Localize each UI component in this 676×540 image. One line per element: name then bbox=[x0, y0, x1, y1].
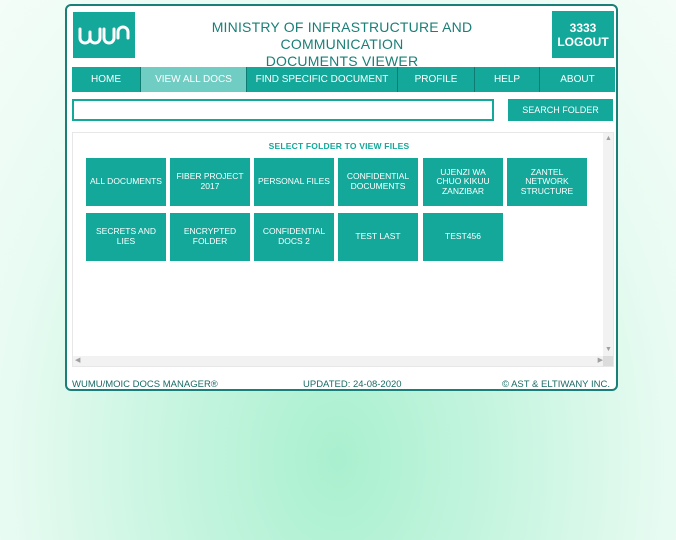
wumu-logo bbox=[73, 12, 135, 58]
page-title-line-1: MINISTRY OF INFRASTRUCTURE AND COMMUNICA… bbox=[211, 19, 473, 52]
folder-area: SELECT FOLDER TO VIEW FILES ALL DOCUMENT… bbox=[72, 132, 614, 367]
nav-bar: HOME VIEW ALL DOCS FIND SPECIFIC DOCUMEN… bbox=[72, 67, 615, 92]
horizontal-scrollbar[interactable]: ◀ ▶ bbox=[73, 356, 605, 366]
scroll-left-icon[interactable]: ◀ bbox=[75, 357, 80, 365]
folder-fiber-project-2017[interactable]: FIBER PROJECT 2017 bbox=[170, 158, 250, 206]
user-id: 3333 bbox=[569, 20, 597, 35]
folder-confidential-docs-2[interactable]: CONFIDENTIAL DOCS 2 bbox=[254, 213, 334, 261]
footer-copyright: © AST & ELTIWANY INC. bbox=[501, 379, 610, 390]
page-title: MINISTRY OF INFRASTRUCTURE AND COMMUNICA… bbox=[152, 19, 532, 70]
nav-about[interactable]: ABOUT bbox=[540, 67, 615, 92]
scroll-down-icon[interactable]: ▼ bbox=[605, 346, 612, 354]
logout-label: LOGOUT bbox=[557, 34, 609, 49]
folder-secrets-and-lies[interactable]: SECRETS AND LIES bbox=[86, 213, 166, 261]
folder-personal-files[interactable]: PERSONAL FILES bbox=[254, 158, 334, 206]
folder-encrypted-folder[interactable]: ENCRYPTED FOLDER bbox=[170, 213, 250, 261]
footer-app-name: WUMU/MOIC DOCS MANAGER® bbox=[72, 379, 218, 390]
logout-button[interactable]: 3333 LOGOUT bbox=[552, 11, 614, 58]
folder-test456[interactable]: TEST456 bbox=[423, 213, 503, 261]
folder-confidential-documents[interactable]: CONFIDENTIAL DOCUMENTS bbox=[338, 158, 418, 206]
footer-updated-date: UPDATED: 24-08-2020 bbox=[303, 379, 402, 390]
wumu-logo-icon bbox=[78, 25, 130, 45]
search-input[interactable] bbox=[72, 99, 494, 121]
nav-find-specific-document[interactable]: FIND SPECIFIC DOCUMENT bbox=[247, 67, 398, 92]
folder-test-last[interactable]: TEST LAST bbox=[338, 213, 418, 261]
folder-zantel-network-structure[interactable]: ZANTEL NETWORK STRUCTURE bbox=[507, 158, 587, 206]
scrollbar-corner bbox=[603, 356, 613, 366]
folder-all-documents[interactable]: ALL DOCUMENTS bbox=[86, 158, 166, 206]
nav-view-all-docs[interactable]: VIEW ALL DOCS bbox=[141, 67, 247, 92]
nav-home[interactable]: HOME bbox=[72, 67, 141, 92]
main-panel: MINISTRY OF INFRASTRUCTURE AND COMMUNICA… bbox=[65, 4, 618, 391]
nav-profile[interactable]: PROFILE bbox=[398, 67, 475, 92]
folder-section-title: SELECT FOLDER TO VIEW FILES bbox=[268, 141, 410, 151]
scroll-up-icon[interactable]: ▲ bbox=[605, 135, 612, 143]
folder-ujenzi-wa-chuo-kikuu-zanzibar[interactable]: UJENZI WA CHUO KIKUU ZANZIBAR bbox=[423, 158, 503, 206]
vertical-scrollbar[interactable]: ▲ ▼ bbox=[603, 133, 613, 356]
search-folder-button[interactable]: SEARCH FOLDER bbox=[508, 99, 613, 121]
nav-help[interactable]: HELP bbox=[475, 67, 540, 92]
